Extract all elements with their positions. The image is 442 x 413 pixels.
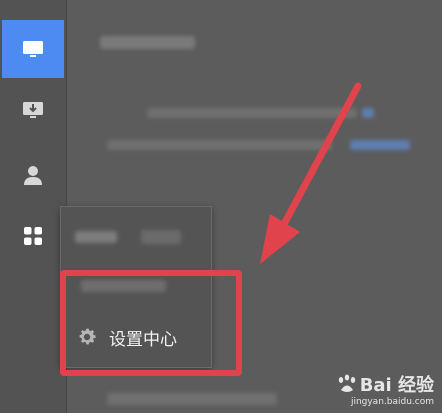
watermark-brand: Bai 经验: [359, 375, 434, 396]
annotation-arrow: [260, 82, 362, 264]
baidu-jingyan-watermark: Bai 经验 jingyan.baidu.com: [336, 371, 434, 407]
watermark-url: jingyan.baidu.com: [350, 397, 434, 407]
paw-icon: [338, 374, 355, 392]
